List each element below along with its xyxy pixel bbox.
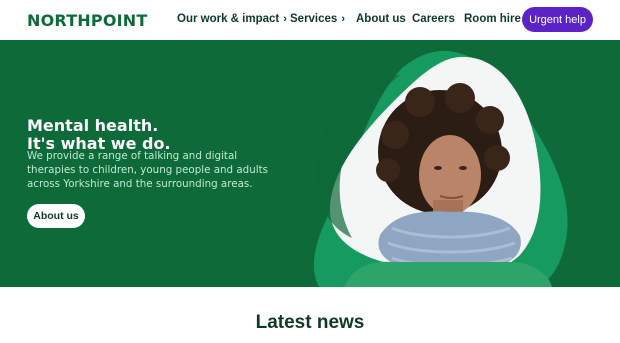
nav-item-careers[interactable]: Careers xyxy=(412,13,455,25)
nav-item-services[interactable]: Services › xyxy=(290,13,345,25)
urgent-help-button[interactable]: Urgent help xyxy=(522,7,593,32)
hero-title-line-1: Mental health. xyxy=(27,115,159,135)
hero-banner: Mental health. It's what we do. We provi… xyxy=(0,40,620,287)
nav-item-label: Room hire xyxy=(464,13,521,25)
nav-item-label: Services xyxy=(290,13,338,25)
chevron-right-icon: › xyxy=(283,13,287,25)
hero-title: Mental health. It's what we do. xyxy=(27,115,277,153)
hero-description: We provide a range of talking and digita… xyxy=(27,150,268,190)
latest-news-section: Latest news xyxy=(0,287,620,343)
nav-item-our-work-impact[interactable]: Our work & impact › xyxy=(177,13,287,25)
nav-item-label: Careers xyxy=(412,13,455,25)
chevron-right-icon: › xyxy=(341,13,345,25)
top-navigation: NORTHPOINT Our work & impact › Services › … xyxy=(0,0,620,40)
nav-item-label: Our work & impact xyxy=(177,13,280,25)
nav-item-about-us[interactable]: About us xyxy=(356,13,406,25)
about-us-button[interactable]: About us xyxy=(27,204,85,228)
nav-item-room-hire[interactable]: Room hire xyxy=(464,13,521,25)
nav-item-label: About us xyxy=(356,13,406,25)
latest-news-heading: Latest news xyxy=(255,312,365,333)
